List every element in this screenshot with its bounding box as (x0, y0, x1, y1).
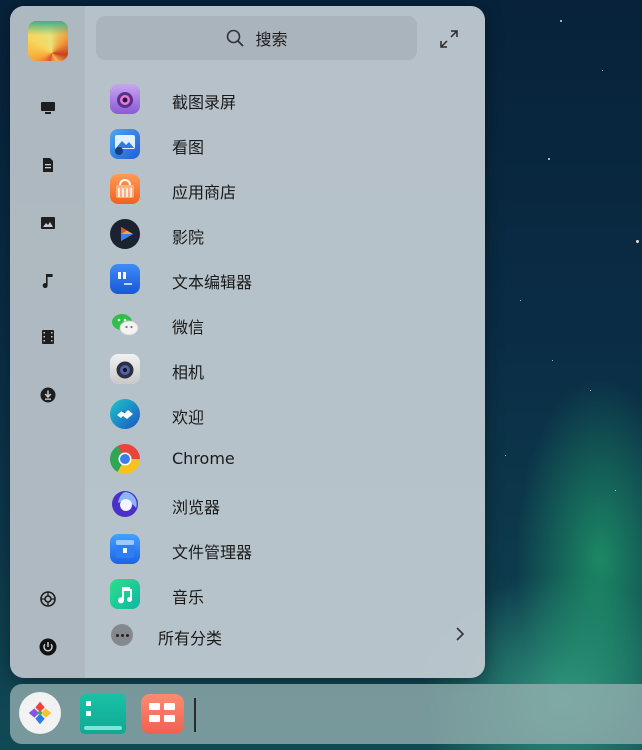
power-icon[interactable] (34, 633, 62, 661)
all-categories-button[interactable]: 所有分类 (96, 616, 471, 656)
app-item-camera[interactable]: 相机 (96, 348, 466, 390)
music-icon[interactable] (34, 266, 62, 294)
app-store-dock-icon[interactable] (141, 694, 184, 734)
app-item-welcome[interactable]: 欢迎 (96, 393, 466, 435)
app-item-browser[interactable]: 浏览器 (96, 483, 466, 525)
music-app-icon (110, 579, 140, 609)
app-item-image-viewer[interactable]: 看图 (96, 123, 466, 165)
app-store-icon (110, 174, 140, 204)
app-item-file-manager[interactable]: 文件管理器 (96, 528, 466, 570)
app-item-movie[interactable]: 影院 (96, 213, 466, 255)
launcher-button[interactable] (19, 692, 61, 734)
camera-icon (110, 354, 140, 384)
launcher-icon (28, 701, 52, 725)
taskbar-dock (10, 684, 642, 744)
user-avatar[interactable] (28, 21, 68, 61)
chrome-icon (110, 444, 140, 474)
launcher-sidebar (10, 6, 85, 678)
text-editor-icon (110, 264, 140, 294)
computer-icon[interactable] (34, 94, 62, 122)
app-item-text-editor[interactable]: 文本编辑器 (96, 258, 466, 300)
download-icon[interactable] (34, 381, 62, 409)
chevron-right-icon (456, 627, 465, 641)
fullscreen-expand-icon[interactable] (438, 28, 460, 50)
more-dots-icon (111, 624, 133, 646)
app-item-wechat[interactable]: 微信 (96, 303, 466, 345)
file-manager-icon (110, 534, 140, 564)
search-input[interactable]: 搜索 (96, 16, 417, 60)
search-icon (227, 29, 245, 47)
app-item-chrome[interactable]: Chrome (96, 438, 466, 480)
terminal-icon[interactable] (80, 694, 126, 734)
video-icon[interactable] (34, 323, 62, 351)
welcome-icon (110, 399, 140, 429)
movie-icon (110, 219, 140, 249)
app-item-music[interactable]: 音乐 (96, 573, 466, 615)
image-viewer-icon (110, 129, 140, 159)
app-item-app-store[interactable]: 应用商店 (96, 168, 466, 210)
screenshot-icon (110, 84, 140, 114)
desktop: 搜索 截图录屏 看图 应用商店 影院 文本编辑器 微信 相机 欢迎 Chrome… (0, 0, 642, 750)
dock-separator (194, 698, 196, 732)
search-placeholder: 搜索 (255, 30, 288, 49)
settings-icon[interactable] (34, 585, 62, 613)
browser-icon (110, 489, 140, 519)
picture-icon[interactable] (34, 209, 62, 237)
wechat-icon (110, 309, 140, 339)
launcher-panel: 搜索 截图录屏 看图 应用商店 影院 文本编辑器 微信 相机 欢迎 Chrome… (10, 6, 485, 678)
app-item-screenshot[interactable]: 截图录屏 (96, 78, 466, 120)
document-icon[interactable] (34, 151, 62, 179)
